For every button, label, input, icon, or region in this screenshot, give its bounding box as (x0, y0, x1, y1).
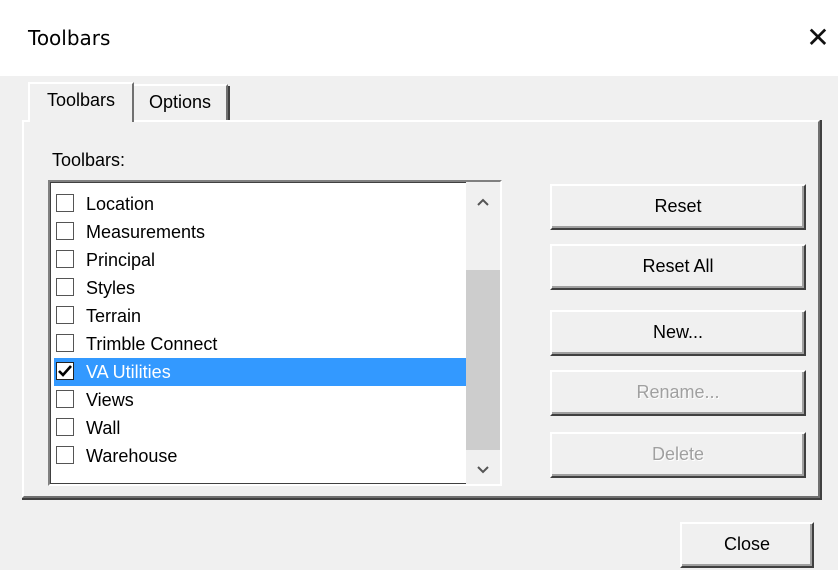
window-title: Toolbars (28, 26, 111, 50)
tab-page-toolbars (22, 120, 822, 500)
toolbars-dialog: Toolbars ✕ Toolbars Options Toolbars: Lo… (0, 0, 838, 570)
close-button[interactable]: Close (680, 522, 814, 568)
tab-toolbars[interactable]: Toolbars (28, 82, 134, 122)
tab-options[interactable]: Options (134, 84, 230, 120)
title-bar: Toolbars ✕ (0, 0, 838, 76)
close-icon[interactable]: ✕ (798, 18, 838, 58)
